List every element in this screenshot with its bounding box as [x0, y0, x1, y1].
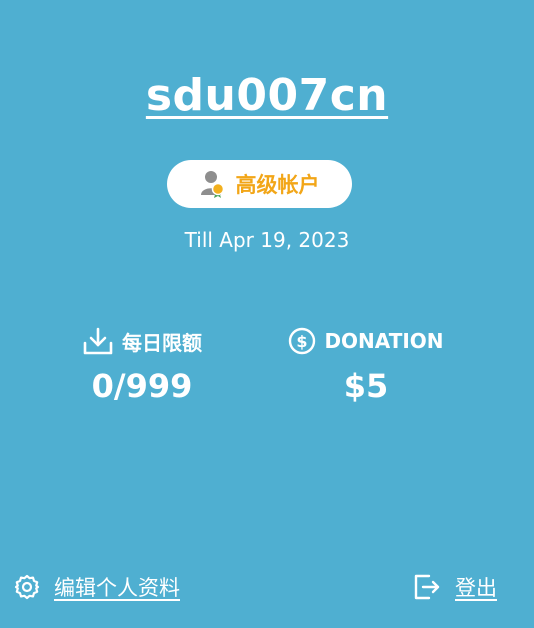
account-type-badge: 高级帐户 — [167, 160, 352, 208]
gear-icon — [14, 574, 40, 600]
username-link[interactable]: sdu007cn — [0, 70, 534, 121]
donation-label: DONATION — [324, 329, 444, 353]
premium-user-icon — [200, 169, 228, 199]
logout-icon — [411, 572, 441, 602]
daily-limit-value: 0/999 — [91, 367, 193, 405]
daily-limit-label: 每日限额 — [122, 330, 202, 355]
download-icon — [82, 326, 114, 356]
dollar-circle-icon: $ — [288, 327, 316, 355]
account-type-label: 高级帐户 — [235, 173, 320, 197]
logout-link[interactable]: 登出 — [455, 572, 497, 602]
daily-limit-stat: 每日限额 0/999 — [27, 325, 257, 405]
svg-text:$: $ — [297, 332, 308, 351]
logout-button[interactable]: 登出 — [411, 572, 497, 602]
edit-profile-button[interactable]: 编辑个人资料 — [14, 572, 180, 602]
donation-value: $5 — [343, 367, 389, 405]
expiry-date: Till Apr 19, 2023 — [184, 228, 350, 252]
edit-profile-link[interactable]: 编辑个人资料 — [54, 572, 180, 602]
donation-stat: $ DONATION $5 — [251, 325, 481, 405]
